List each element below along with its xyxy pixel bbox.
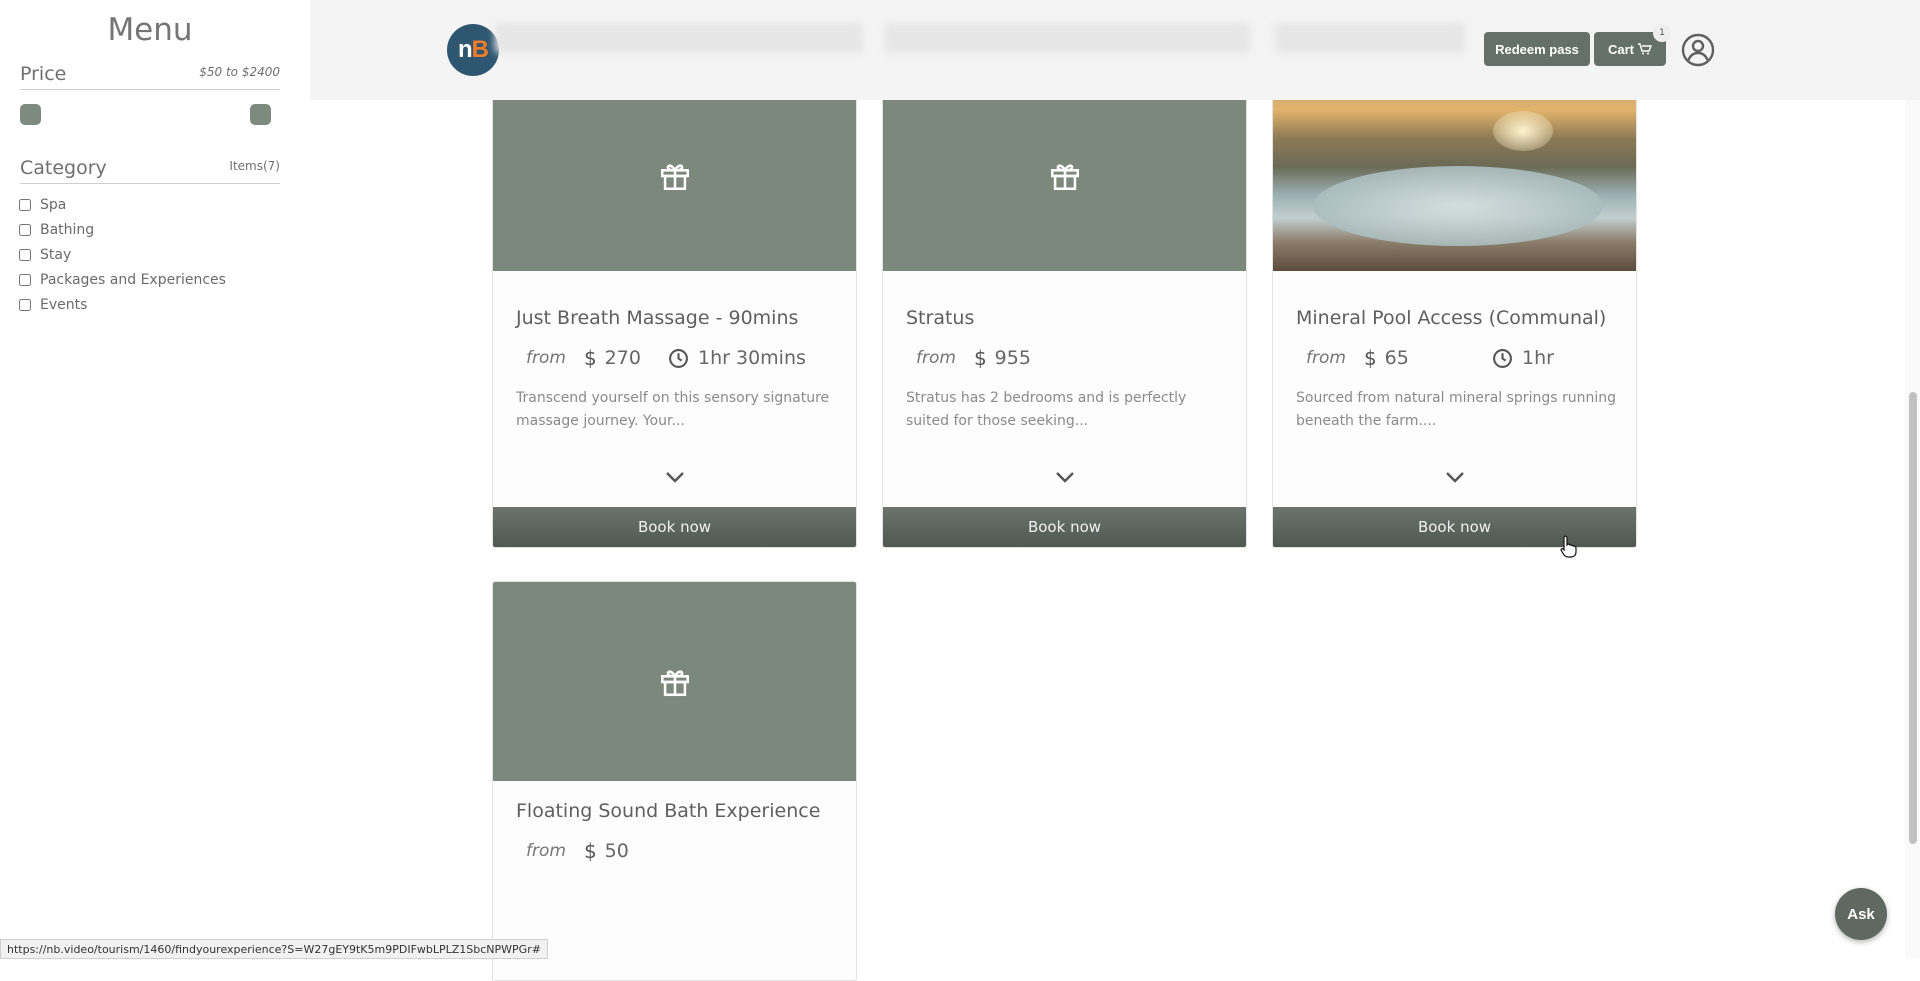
experience-card[interactable]: Floating Sound Bath Experience from $ 50 xyxy=(492,581,857,981)
category-item-bathing[interactable]: Bathing xyxy=(19,217,226,242)
blurred-nav-item xyxy=(885,23,1250,53)
category-item-spa[interactable]: Spa xyxy=(19,192,226,217)
category-item-label: Packages and Experiences xyxy=(40,271,226,288)
book-now-button[interactable]: Book now xyxy=(1273,507,1636,547)
gift-icon xyxy=(660,669,689,696)
category-item-events[interactable]: Events xyxy=(19,292,226,317)
dollar-icon: $ xyxy=(973,346,987,370)
dollar-icon: $ xyxy=(583,346,597,370)
cart-icon xyxy=(1638,43,1652,55)
card-price: 50 xyxy=(604,840,629,862)
blurred-nav-item xyxy=(1275,23,1465,53)
card-media xyxy=(493,81,856,271)
category-checkbox-stay[interactable] xyxy=(19,248,31,261)
category-item-label: Events xyxy=(40,296,88,313)
card-price: 955 xyxy=(994,347,1031,369)
gift-icon xyxy=(1050,164,1079,191)
logo-letter-b: B xyxy=(471,36,489,63)
category-checkbox-events[interactable] xyxy=(19,298,31,311)
redeem-pass-button[interactable]: Redeem pass xyxy=(1484,32,1590,66)
book-now-button[interactable]: Book now xyxy=(883,507,1246,547)
brand-logo[interactable]: nB xyxy=(447,24,499,76)
blurred-nav-item xyxy=(495,23,863,53)
experience-card[interactable]: Just Breath Massage - 90mins from $ 270 … xyxy=(492,80,857,548)
filter-sidebar: Menu Price $50 to $2400 Category Items(7… xyxy=(0,0,300,959)
category-checkbox-packages[interactable] xyxy=(19,273,31,286)
card-title[interactable]: Stratus xyxy=(906,307,974,329)
category-label: Category xyxy=(20,157,107,179)
card-meta: from $ 50 xyxy=(526,838,846,864)
link-status-bar: https://nb.video/tourism/1460/findyourex… xyxy=(0,939,548,959)
gift-icon xyxy=(660,164,689,191)
cart-label: Cart xyxy=(1607,41,1634,57)
clock-icon xyxy=(1493,348,1512,368)
dollar-icon: $ xyxy=(583,839,597,863)
card-price: 65 xyxy=(1384,347,1409,369)
card-duration: 1hr xyxy=(1492,347,1554,369)
duration-text: 1hr xyxy=(1522,347,1554,369)
card-description: Transcend yourself on this sensory signa… xyxy=(516,390,830,429)
account-icon[interactable] xyxy=(1680,32,1716,68)
card-title[interactable]: Floating Sound Bath Experience xyxy=(516,800,820,822)
from-label: from xyxy=(1306,348,1346,368)
ask-chat-button[interactable]: Ask xyxy=(1835,888,1887,940)
price-label: Price xyxy=(20,63,67,85)
card-price: 270 xyxy=(604,347,641,369)
duration-text: 1hr 30mins xyxy=(698,347,806,369)
experience-card[interactable]: Stratus from $ 955 Stratus has 2 bedroom… xyxy=(882,80,1247,548)
card-meta: from $ 270 1hr 30mins xyxy=(526,345,846,371)
menu-title: Menu xyxy=(107,12,193,48)
price-filter-header: Price $50 to $2400 xyxy=(20,60,280,90)
logo-letter-n: n xyxy=(457,36,473,63)
category-item-label: Stay xyxy=(40,246,72,263)
experience-card[interactable]: Mineral Pool Access (Communal) from $ 65… xyxy=(1272,80,1637,548)
card-description: Stratus has 2 bedrooms and is perfectly … xyxy=(906,390,1187,429)
card-title[interactable]: Just Breath Massage - 90mins xyxy=(516,307,798,329)
card-media xyxy=(493,582,856,781)
category-item-stay[interactable]: Stay xyxy=(19,242,226,267)
book-now-button[interactable]: Book now xyxy=(493,507,856,547)
price-min-handle[interactable] xyxy=(20,104,41,125)
chevron-down-icon[interactable] xyxy=(663,469,687,485)
top-header: nB Redeem pass Cart 1 xyxy=(310,0,1920,100)
from-label: from xyxy=(526,841,566,861)
hand-cursor-icon xyxy=(1560,535,1577,558)
price-range-text: $50 to $2400 xyxy=(199,65,280,79)
card-meta: from $ 955 xyxy=(916,345,1236,371)
category-list: Spa Bathing Stay Packages and Experience… xyxy=(19,192,226,317)
photo-sun xyxy=(1493,111,1553,151)
scrollbar-thumb[interactable] xyxy=(1909,392,1917,844)
category-item-packages[interactable]: Packages and Experiences xyxy=(19,267,226,292)
price-max-handle[interactable] xyxy=(250,104,271,125)
category-checkbox-bathing[interactable] xyxy=(19,223,31,236)
card-title[interactable]: Mineral Pool Access (Communal) xyxy=(1296,307,1606,329)
card-media xyxy=(883,81,1246,271)
mineral-pool-photo xyxy=(1273,81,1636,271)
photo-pool xyxy=(1313,166,1603,246)
chevron-down-icon[interactable] xyxy=(1443,469,1467,485)
category-count: Items(7) xyxy=(229,159,280,173)
cart-count-badge: 1 xyxy=(1653,24,1671,42)
from-label: from xyxy=(916,348,956,368)
card-description: Sourced from natural mineral springs run… xyxy=(1296,390,1616,429)
clock-icon xyxy=(669,348,688,368)
card-duration: 1hr 30mins xyxy=(668,347,806,369)
category-item-label: Bathing xyxy=(40,221,95,238)
card-meta: from $ 65 1hr xyxy=(1306,345,1626,371)
chevron-down-icon[interactable] xyxy=(1053,469,1077,485)
category-item-label: Spa xyxy=(40,196,67,213)
card-media xyxy=(1273,81,1636,271)
dollar-icon: $ xyxy=(1363,346,1377,370)
page-scrollbar[interactable] xyxy=(1905,0,1920,959)
from-label: from xyxy=(526,348,566,368)
category-filter-header: Category Items(7) xyxy=(20,154,280,184)
category-checkbox-spa[interactable] xyxy=(19,198,31,211)
